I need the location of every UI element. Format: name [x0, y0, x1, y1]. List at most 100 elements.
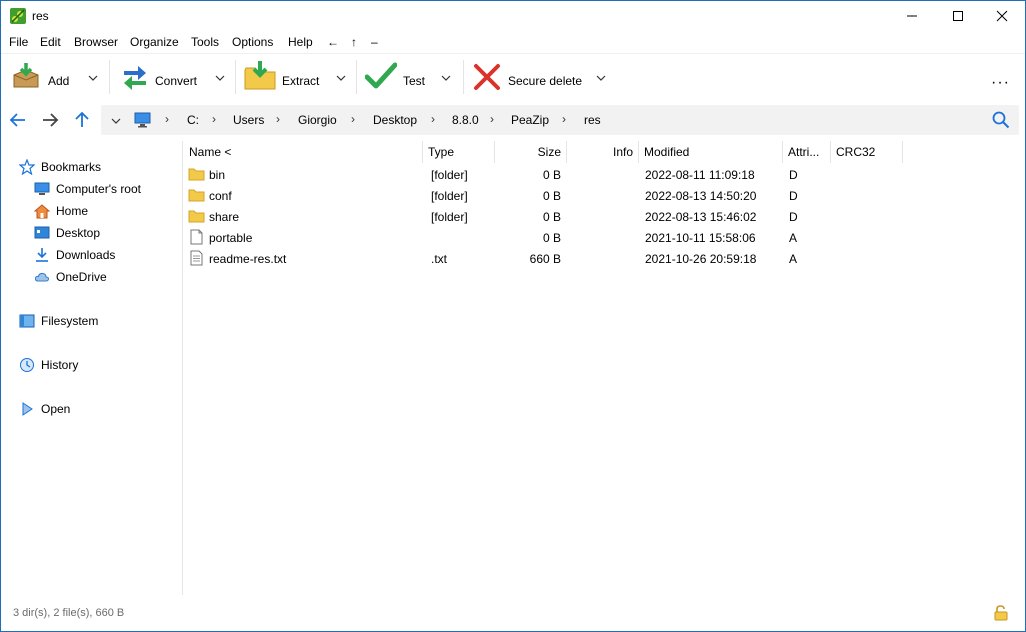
- address-bar[interactable]: › C: › Users › Giorgio › Desktop › 8.8.0…: [101, 105, 1019, 135]
- star-icon: [19, 159, 35, 175]
- maximize-button[interactable]: [935, 1, 981, 31]
- sidebar-item-label: Open: [41, 402, 71, 416]
- breadcrumb-drive[interactable]: C:: [187, 113, 199, 127]
- menu-tools[interactable]: Tools: [191, 35, 219, 49]
- menu-browser[interactable]: Browser: [74, 35, 118, 49]
- sidebar-item-downloads[interactable]: Downloads: [34, 245, 115, 265]
- menu-organize[interactable]: Organize: [130, 35, 179, 49]
- test-button[interactable]: Test: [362, 58, 456, 96]
- file-size: 0 B: [542, 189, 561, 203]
- breadcrumb-separator: ›: [490, 112, 494, 126]
- folder-icon: [188, 168, 205, 181]
- file-name: conf: [209, 189, 232, 203]
- chevron-down-icon[interactable]: [111, 116, 121, 126]
- breadcrumb-version[interactable]: 8.8.0: [452, 113, 479, 127]
- breadcrumb-peazip[interactable]: PeaZip: [511, 113, 549, 127]
- close-button[interactable]: [979, 1, 1025, 31]
- maximize-icon: [953, 11, 963, 21]
- sidebar-item-label: Downloads: [56, 248, 116, 262]
- secure-delete-button[interactable]: Secure delete: [470, 58, 610, 96]
- sidebar-item-label: Filesystem: [41, 314, 99, 328]
- navigation-row: › C: › Users › Giorgio › Desktop › 8.8.0…: [1, 101, 1025, 139]
- column-header-size[interactable]: Size: [495, 141, 567, 163]
- menu-edit[interactable]: Edit: [40, 35, 61, 49]
- table-row[interactable]: share [folder] 0 B 2022-08-13 15:46:02 D: [184, 206, 1025, 227]
- extract-label: Extract: [282, 74, 320, 88]
- column-header-name[interactable]: Name <: [184, 141, 423, 163]
- chevron-down-icon[interactable]: [596, 73, 606, 83]
- status-bar: 3 dir(s), 2 file(s), 660 B: [1, 601, 1025, 631]
- file-attributes: D: [789, 189, 798, 203]
- back-arrow-icon[interactable]: [8, 110, 28, 130]
- add-button[interactable]: Add: [7, 58, 103, 96]
- column-header-modified[interactable]: Modified: [639, 141, 783, 163]
- sidebar-item-onedrive[interactable]: OneDrive: [34, 267, 107, 287]
- table-row[interactable]: bin [folder] 0 B 2022-08-11 11:09:18 D: [184, 164, 1025, 185]
- sidebar-item-home[interactable]: Home: [34, 201, 88, 221]
- file-attributes: A: [789, 231, 798, 245]
- file-name: readme-res.txt: [209, 252, 287, 266]
- sidebar: Bookmarks Computer's root Home Desktop D…: [1, 141, 183, 595]
- chevron-down-icon[interactable]: [336, 73, 346, 83]
- extract-button[interactable]: Extract: [241, 58, 349, 96]
- more-options-button[interactable]: ···: [991, 74, 1010, 92]
- table-row[interactable]: readme-res.txt .txt 660 B 2021-10-26 20:…: [184, 248, 1025, 269]
- unlocked-padlock-icon[interactable]: [994, 605, 1008, 621]
- sidebar-item-filesystem[interactable]: Filesystem: [19, 311, 98, 331]
- toolbar-separator: [356, 60, 357, 94]
- file-name: share: [209, 210, 240, 224]
- home-icon: [34, 204, 50, 219]
- column-header-label: Type: [428, 145, 455, 159]
- menu-dash[interactable]: –: [371, 35, 378, 49]
- sidebar-item-history[interactable]: History: [19, 355, 78, 375]
- desktop-icon: [34, 226, 50, 239]
- computer-icon: [134, 112, 151, 128]
- sidebar-item-bookmarks[interactable]: Bookmarks: [19, 157, 101, 177]
- close-icon: [996, 10, 1008, 22]
- file-size: 0 B: [542, 231, 561, 245]
- delete-x-icon: [474, 64, 500, 90]
- menu-back-arrow[interactable]: ←: [327, 35, 339, 49]
- table-row[interactable]: conf [folder] 0 B 2022-08-13 14:50:20 D: [184, 185, 1025, 206]
- convert-button[interactable]: Convert: [116, 58, 229, 96]
- breadcrumb-separator: ›: [351, 112, 355, 126]
- file-attributes: D: [789, 168, 798, 182]
- column-header-crc32[interactable]: CRC32: [831, 141, 903, 163]
- file-list: Name < Type Size Info Modified Attri... …: [184, 141, 1025, 595]
- add-label: Add: [48, 74, 70, 88]
- filesystem-icon: [19, 314, 35, 328]
- file-name: portable: [209, 231, 253, 245]
- sidebar-item-label: OneDrive: [56, 270, 107, 284]
- toolbar-separator: [463, 60, 464, 94]
- breadcrumb-separator: ›: [276, 112, 280, 126]
- sidebar-item-label: Bookmarks: [41, 160, 102, 174]
- column-header-attributes[interactable]: Attri...: [783, 141, 831, 163]
- sidebar-item-computers-root[interactable]: Computer's root: [34, 179, 141, 199]
- breadcrumb-separator: ›: [165, 112, 169, 126]
- chevron-down-icon[interactable]: [441, 73, 451, 83]
- menu-help[interactable]: Help: [288, 35, 313, 49]
- breadcrumb-users[interactable]: Users: [233, 113, 264, 127]
- forward-arrow-icon[interactable]: [40, 110, 60, 130]
- search-icon[interactable]: [992, 111, 1010, 129]
- chevron-down-icon[interactable]: [88, 73, 98, 83]
- title-bar: res: [1, 1, 1025, 31]
- column-header-info[interactable]: Info: [567, 141, 639, 163]
- chevron-down-icon[interactable]: [215, 73, 225, 83]
- table-row[interactable]: portable 0 B 2021-10-11 15:58:06 A: [184, 227, 1025, 248]
- play-icon: [22, 402, 33, 416]
- sidebar-item-label: History: [41, 358, 79, 372]
- up-arrow-icon[interactable]: [72, 110, 92, 130]
- breadcrumb-giorgio[interactable]: Giorgio: [298, 113, 337, 127]
- sidebar-item-desktop[interactable]: Desktop: [34, 223, 100, 243]
- menu-file[interactable]: File: [9, 35, 28, 49]
- test-label: Test: [403, 74, 426, 88]
- column-header-type[interactable]: Type: [423, 141, 495, 163]
- breadcrumb-res[interactable]: res: [584, 113, 601, 127]
- folder-icon: [188, 210, 205, 223]
- sidebar-item-open[interactable]: Open: [19, 399, 70, 419]
- minimize-button[interactable]: [889, 1, 935, 31]
- menu-options[interactable]: Options: [232, 35, 273, 49]
- breadcrumb-desktop[interactable]: Desktop: [373, 113, 417, 127]
- menu-up-arrow[interactable]: ↑: [351, 35, 357, 49]
